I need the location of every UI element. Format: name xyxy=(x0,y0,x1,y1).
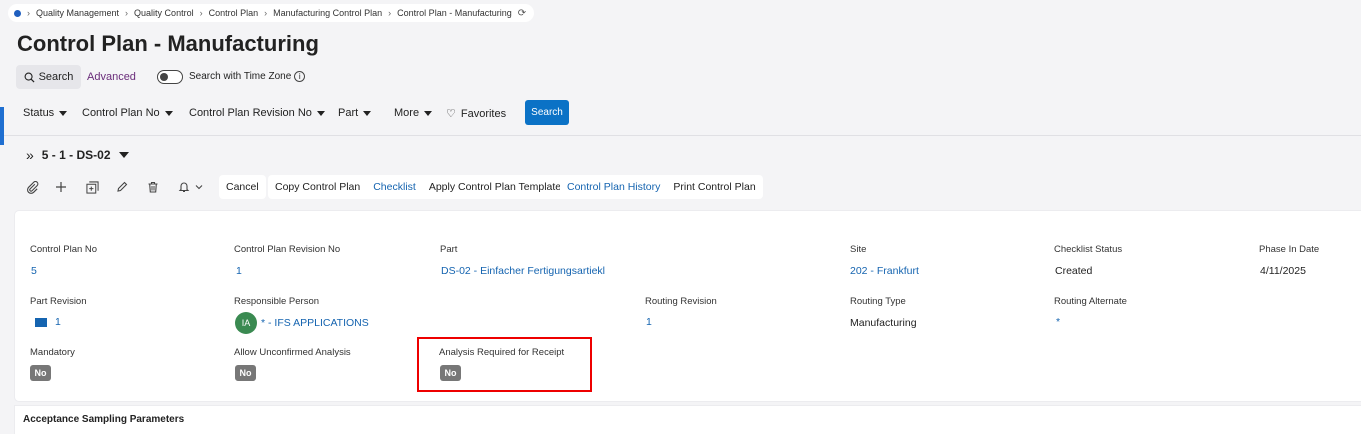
command-group-2: Control Plan History Print Control Plan xyxy=(560,175,763,199)
acceptance-sampling-section[interactable] xyxy=(15,406,1361,434)
filter-status[interactable]: Status xyxy=(23,107,68,119)
apply-control-plan-template-button[interactable]: Apply Control Plan Template xyxy=(429,181,561,193)
print-control-plan-button[interactable]: Print Control Plan xyxy=(673,181,755,193)
refresh-icon[interactable]: ⟳ xyxy=(518,8,526,19)
control-plan-history-link[interactable]: Control Plan History xyxy=(567,181,660,193)
search-button-label: Search xyxy=(38,71,74,83)
double-chevron-right-icon[interactable]: » xyxy=(26,147,34,163)
caret-down-icon xyxy=(118,152,129,158)
search-submit-button[interactable]: Search xyxy=(525,100,569,125)
left-accent-bar xyxy=(0,107,4,145)
record-selector[interactable]: » 5 - 1 - DS-02 xyxy=(26,147,129,163)
caret-down-icon xyxy=(316,110,325,116)
part-revision-value[interactable]: 1 xyxy=(55,316,61,328)
chevron-down-icon xyxy=(195,185,203,190)
allow-unconfirmed-analysis-badge: No xyxy=(235,365,256,381)
routing-revision-label: Routing Revision xyxy=(645,296,717,307)
control-plan-revision-no-label: Control Plan Revision No xyxy=(234,244,341,255)
breadcrumb-item-current: Control Plan - Manufacturing xyxy=(397,8,512,18)
filter-label: Part xyxy=(338,107,359,119)
responsible-person-field[interactable]: IA * - IFS APPLICATIONS xyxy=(235,312,369,334)
delete-icon[interactable] xyxy=(144,178,162,196)
site-label: Site xyxy=(850,244,867,255)
part-value[interactable]: DS-02 - Einfacher Fertigungsartiekl xyxy=(441,265,605,277)
breadcrumb-item[interactable]: Quality Control xyxy=(134,8,194,18)
search-toggle-button[interactable]: Search xyxy=(16,65,81,89)
routing-revision-value[interactable]: 1 xyxy=(646,316,652,328)
chevron-right-icon: › xyxy=(125,8,129,18)
acceptance-sampling-title: Acceptance Sampling Parameters xyxy=(23,414,185,425)
mandatory-badge: No xyxy=(30,365,51,381)
duplicate-icon[interactable] xyxy=(83,178,101,196)
filter-control-plan-revision-no[interactable]: Control Plan Revision No xyxy=(189,107,325,119)
search-icon xyxy=(24,72,35,83)
filter-part[interactable]: Part xyxy=(338,107,372,119)
breadcrumb-item[interactable]: Manufacturing Control Plan xyxy=(273,8,382,18)
heart-icon: ♡ xyxy=(446,108,456,120)
command-group-1: Copy Control Plan Checklist Apply Contro… xyxy=(268,175,569,199)
record-selector-label: 5 - 1 - DS-02 xyxy=(41,148,111,162)
info-icon[interactable]: i xyxy=(294,71,306,82)
phase-in-date-value: 4/11/2025 xyxy=(1260,265,1306,277)
mandatory-label: Mandatory xyxy=(30,347,75,358)
chevron-right-icon: › xyxy=(199,8,203,18)
document-icon xyxy=(35,317,47,327)
chevron-right-icon: › xyxy=(27,8,30,18)
timezone-toggle[interactable] xyxy=(157,70,183,84)
advanced-search-link[interactable]: Advanced xyxy=(87,71,136,83)
phase-in-date-label: Phase In Date xyxy=(1259,244,1320,255)
chevron-right-icon: › xyxy=(264,8,268,18)
filter-label: More xyxy=(394,107,420,119)
filter-more[interactable]: More xyxy=(394,107,433,119)
cancel-group: Cancel xyxy=(219,175,266,199)
page-title: Control Plan - Manufacturing xyxy=(17,31,319,56)
favorites-label: Favorites xyxy=(460,107,507,120)
caret-down-icon xyxy=(363,110,372,116)
timezone-label: Search with Time Zone xyxy=(189,71,292,82)
routing-alternate-label: Routing Alternate xyxy=(1054,296,1127,307)
edit-icon[interactable] xyxy=(113,178,131,196)
filter-label: Control Plan Revision No xyxy=(189,107,312,119)
caret-down-icon xyxy=(59,110,68,116)
add-icon[interactable] xyxy=(52,178,70,196)
copy-control-plan-button[interactable]: Copy Control Plan xyxy=(275,181,360,193)
checklist-status-value: Created xyxy=(1055,265,1093,277)
avatar: IA xyxy=(235,312,257,334)
control-plan-no-label: Control Plan No xyxy=(30,244,98,255)
part-label: Part xyxy=(440,244,458,255)
timezone-label-group: Search with Time Zone i xyxy=(189,71,306,82)
control-plan-revision-no-value[interactable]: 1 xyxy=(236,265,242,277)
filter-label: Status xyxy=(23,107,55,119)
routing-type-value: Manufacturing xyxy=(850,317,917,329)
responsible-person-label: Responsible Person xyxy=(234,296,320,307)
home-icon[interactable] xyxy=(14,9,21,17)
checklist-status-label: Checklist Status xyxy=(1054,244,1123,255)
responsible-person-value[interactable]: * - IFS APPLICATIONS xyxy=(261,317,369,329)
favorites-button[interactable]: ♡ Favorites xyxy=(446,107,507,121)
caret-down-icon xyxy=(424,110,433,116)
bell-icon xyxy=(178,182,190,193)
paperclip-icon[interactable] xyxy=(23,178,41,196)
control-plan-no-value[interactable]: 5 xyxy=(31,265,37,277)
routing-alternate-value[interactable]: * xyxy=(1056,316,1060,328)
site-value[interactable]: 202 - Frankfurt xyxy=(850,265,919,277)
chevron-right-icon: › xyxy=(388,8,392,18)
notification-dropdown[interactable] xyxy=(174,178,208,196)
caret-down-icon xyxy=(164,110,173,116)
filter-control-plan-no[interactable]: Control Plan No xyxy=(82,107,173,119)
filter-label: Control Plan No xyxy=(82,107,160,119)
checklist-link[interactable]: Checklist xyxy=(373,181,416,193)
breadcrumb-item[interactable]: Quality Management xyxy=(36,8,119,18)
routing-type-label: Routing Type xyxy=(850,296,906,307)
part-revision-field[interactable]: 1 xyxy=(35,316,61,328)
highlight-box xyxy=(417,337,592,392)
breadcrumb: › Quality Management › Quality Control ›… xyxy=(8,4,535,22)
breadcrumb-item[interactable]: Control Plan xyxy=(209,8,259,18)
cancel-button[interactable]: Cancel xyxy=(226,181,259,193)
part-revision-label: Part Revision xyxy=(30,296,87,307)
allow-unconfirmed-analysis-label: Allow Unconfirmed Analysis xyxy=(234,347,351,358)
